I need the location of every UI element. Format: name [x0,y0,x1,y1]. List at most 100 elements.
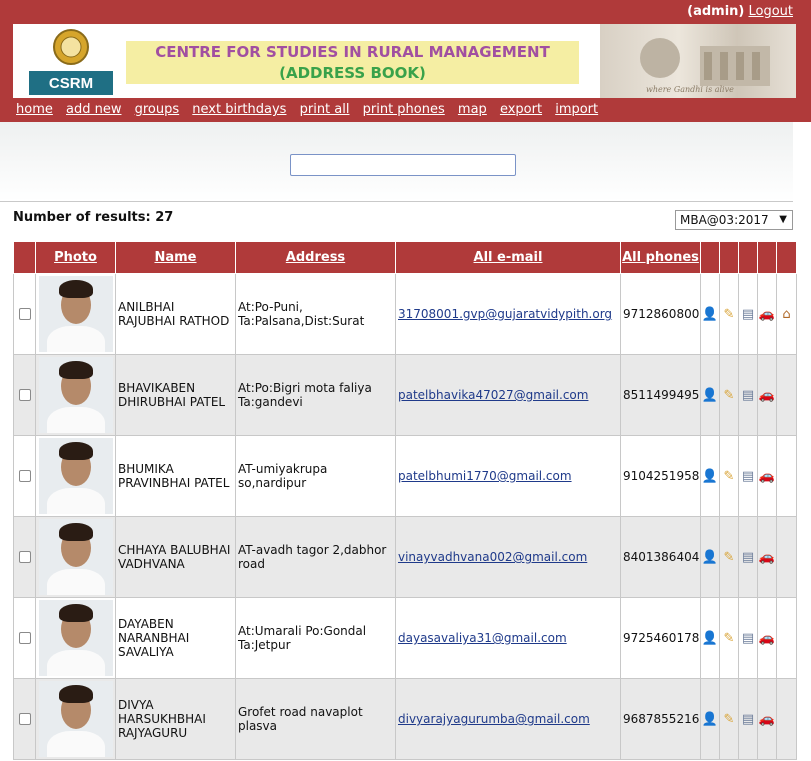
avatar[interactable] [38,681,113,757]
email-link[interactable]: dayasavaliya31@gmail.com [398,631,567,645]
header-select [13,241,36,274]
csrm-logo: CSRM [27,27,115,95]
pencil-icon[interactable]: ✎ [724,307,735,322]
top-bar: (admin) Logout [0,0,811,24]
pencil-icon[interactable]: ✎ [724,550,735,565]
nav-groups[interactable]: groups [135,102,180,117]
address-cell: At:Umarali Po:Gondal Ta:Jetpur [235,597,396,679]
phone-cell: 8401386404 [620,516,701,598]
header-email[interactable]: All e-mail [395,241,621,274]
nav-export[interactable]: export [500,102,542,117]
table-row: DIVYA HARSUKHBHAI RAJYAGURU Grofet road n… [13,678,797,760]
avatar[interactable] [38,276,113,352]
person-icon[interactable]: 👤 [702,307,718,322]
current-user: (admin) [687,4,745,19]
person-icon[interactable]: 👤 [702,631,718,646]
person-icon[interactable]: 👤 [702,712,718,727]
main-nav: home add new groups next birthdays print… [0,98,811,122]
nav-home[interactable]: home [16,102,53,117]
email-cell: vinayvadhvana002@gmail.com [395,516,621,598]
pencil-icon[interactable]: ✎ [724,631,735,646]
nav-print-all[interactable]: print all [300,102,350,117]
pencil-icon[interactable]: ✎ [724,469,735,484]
vcard-icon[interactable]: ▤ [742,469,754,484]
row-select-cell [13,678,36,760]
site-title-line2: (ADDRESS BOOK) [279,64,426,82]
email-cell: divyarajyagurumba@gmail.com [395,678,621,760]
results-count: Number of results: 27 [13,210,174,225]
email-link[interactable]: patelbhavika47027@gmail.com [398,388,588,402]
phone-cell: 9725460178 [620,597,701,679]
home-icon[interactable]: ⌂ [782,307,790,322]
photo-cell [35,678,116,760]
phone-cell: 9712860800 [620,273,701,355]
nav-add-new[interactable]: add new [66,102,121,117]
table-row: DAYABEN NARANBHAI SAVALIYA At:Umarali Po:… [13,597,797,679]
row-select-cell [13,435,36,517]
email-cell: patelbhavika47027@gmail.com [395,354,621,436]
name-cell: DAYABEN NARANBHAI SAVALIYA [115,597,236,679]
search-input[interactable] [290,154,516,176]
row-checkbox[interactable] [18,632,31,644]
email-cell: patelbhumi1770@gmail.com [395,435,621,517]
vcard-icon[interactable]: ▤ [742,550,754,565]
group-select[interactable]: MBA@03:2017 ▼ [675,210,793,230]
header-photo[interactable]: Photo [35,241,116,274]
photo-cell [35,354,116,436]
name-cell: BHUMIKA PRAVINBHAI PATEL [115,435,236,517]
address-cell: At:Po:Bigri mota faliya Ta:gandevi [235,354,396,436]
vcard-icon[interactable]: ▤ [742,631,754,646]
header-name[interactable]: Name [115,241,236,274]
avatar[interactable] [38,600,113,676]
row-checkbox[interactable] [18,470,31,482]
person-icon[interactable]: 👤 [702,388,718,403]
row-checkbox[interactable] [18,713,31,725]
address-table: Photo Name Address All e-mail All phones… [13,241,797,760]
avatar[interactable] [38,519,113,595]
row-select-cell [13,273,36,355]
email-link[interactable]: 31708001.gvp@gujaratvidypith.org [398,307,612,321]
avatar[interactable] [38,357,113,433]
car-icon[interactable]: 🚗 [759,307,775,322]
email-cell: dayasavaliya31@gmail.com [395,597,621,679]
car-icon[interactable]: 🚗 [759,469,775,484]
pencil-icon[interactable]: ✎ [724,712,735,727]
name-cell: BHAVIKABEN DHIRUBHAI PATEL [115,354,236,436]
row-select-cell [13,354,36,436]
vcard-icon[interactable]: ▤ [742,307,754,322]
vcard-icon[interactable]: ▤ [742,712,754,727]
address-cell: Grofet road navaplot plasva [235,678,396,760]
nav-next-birthdays[interactable]: next birthdays [192,102,286,117]
row-checkbox[interactable] [18,308,31,320]
name-cell: DIVYA HARSUKHBHAI RAJYAGURU [115,678,236,760]
car-icon[interactable]: 🚗 [759,712,775,727]
row-select-cell [13,597,36,679]
car-icon[interactable]: 🚗 [759,388,775,403]
person-icon[interactable]: 👤 [702,550,718,565]
logout-link[interactable]: Logout [748,4,793,19]
vcard-icon[interactable]: ▤ [742,388,754,403]
photo-cell [35,516,116,598]
pencil-icon[interactable]: ✎ [724,388,735,403]
email-link[interactable]: patelbhumi1770@gmail.com [398,469,572,483]
logo-text: CSRM [49,75,93,92]
row-checkbox[interactable] [18,389,31,401]
nav-map[interactable]: map [458,102,487,117]
avatar[interactable] [38,438,113,514]
row-checkbox[interactable] [18,551,31,563]
car-icon[interactable]: 🚗 [759,631,775,646]
email-link[interactable]: vinayvadhvana002@gmail.com [398,550,587,564]
nav-print-phones[interactable]: print phones [363,102,445,117]
table-header-row: Photo Name Address All e-mail All phones [13,241,797,274]
header-address[interactable]: Address [235,241,396,274]
header-phones[interactable]: All phones [620,241,701,274]
person-icon[interactable]: 👤 [702,469,718,484]
name-cell: CHHAYA BALUBHAI VADHVANA [115,516,236,598]
car-icon[interactable]: 🚗 [759,550,775,565]
email-link[interactable]: divyarajyagurumba@gmail.com [398,712,590,726]
nav-import[interactable]: import [555,102,598,117]
email-cell: 31708001.gvp@gujaratvidypith.org [395,273,621,355]
photo-cell [35,273,116,355]
results-row: Number of results: 27 MBA@03:2017 ▼ [0,202,811,238]
table-row: CHHAYA BALUBHAI VADHVANA AT-avadh tagor 2… [13,516,797,598]
